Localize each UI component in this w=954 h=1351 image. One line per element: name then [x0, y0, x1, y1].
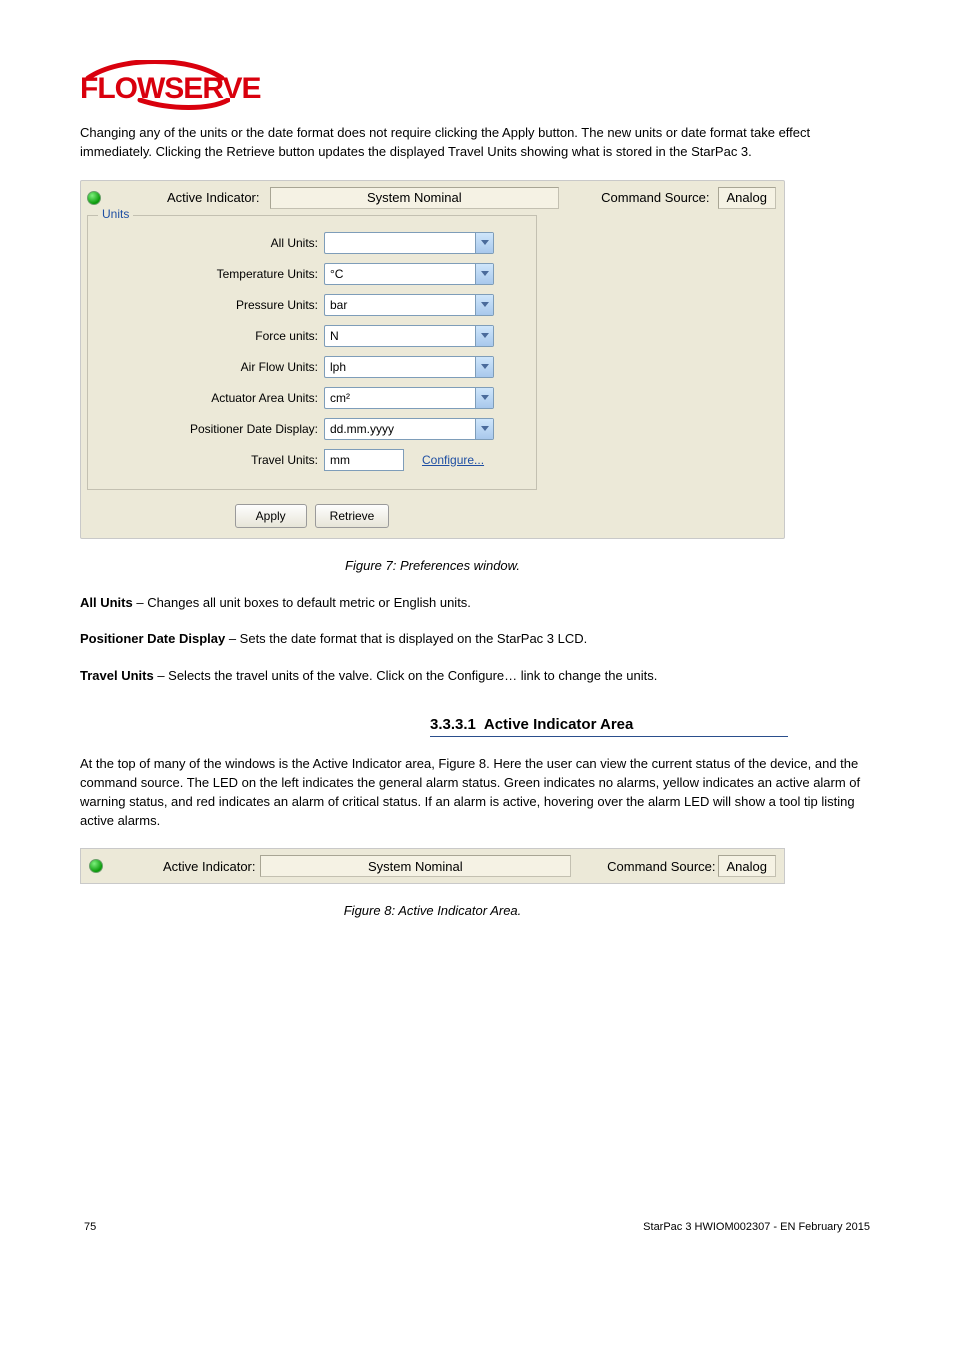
command-source-label: Command Source: — [607, 859, 715, 874]
all-units-label: All Units: — [96, 236, 324, 250]
actuator-area-units-select[interactable]: cm² — [324, 387, 494, 409]
positioner-date-label: Positioner Date Display: — [96, 422, 324, 436]
chevron-down-icon[interactable] — [475, 419, 493, 439]
travel-units-label: Travel Units: — [96, 453, 324, 467]
travel-units-value: mm — [324, 449, 404, 471]
subsection-heading: 3.3.3.1Active Indicator Area — [430, 716, 788, 737]
chevron-down-icon[interactable] — [475, 233, 493, 253]
chevron-down-icon[interactable] — [475, 295, 493, 315]
page-footer: 75 StarPac 3 HWIOM002307 - EN February 2… — [80, 1221, 874, 1233]
pressure-units-label: Pressure Units: — [96, 298, 324, 312]
chevron-down-icon[interactable] — [475, 326, 493, 346]
retrieve-button[interactable]: Retrieve — [315, 504, 390, 528]
active-indicator-label: Active Indicator: — [163, 859, 256, 874]
select-value: bar — [325, 295, 475, 315]
active-indicator-area: Active Indicator: System Nominal Command… — [80, 848, 785, 884]
all-units-description: All Units – Changes all unit boxes to de… — [80, 594, 874, 613]
all-units-select[interactable] — [324, 232, 494, 254]
units-fieldset: Units All Units: Temperature Units: °C P… — [87, 215, 537, 490]
chevron-down-icon[interactable] — [475, 388, 493, 408]
force-units-label: Force units: — [96, 329, 324, 343]
date-display-description: Positioner Date Display – Sets the date … — [80, 630, 874, 649]
select-value: dd.mm.yyyy — [325, 419, 475, 439]
fieldset-legend: Units — [98, 207, 133, 221]
force-units-select[interactable]: N — [324, 325, 494, 347]
logo-underline-icon — [80, 98, 230, 112]
travel-units-description: Travel Units – Selects the travel units … — [80, 667, 874, 686]
airflow-units-label: Air Flow Units: — [96, 360, 324, 374]
command-source-label: Command Source: — [601, 190, 709, 205]
select-value: cm² — [325, 388, 475, 408]
temperature-units-select[interactable]: °C — [324, 263, 494, 285]
apply-button[interactable]: Apply — [235, 504, 307, 528]
active-indicator-label: Active Indicator: — [167, 190, 260, 205]
command-source-value: Analog — [718, 855, 776, 877]
active-indicator-value: System Nominal — [260, 855, 572, 877]
pressure-units-select[interactable]: bar — [324, 294, 494, 316]
status-led-icon — [87, 191, 101, 205]
select-value: N — [325, 326, 475, 346]
chevron-down-icon[interactable] — [475, 264, 493, 284]
figure-caption: Figure 7: Preferences window. — [80, 557, 785, 576]
subsection-paragraph: At the top of many of the windows is the… — [80, 755, 874, 830]
chevron-down-icon[interactable] — [475, 357, 493, 377]
temperature-units-label: Temperature Units: — [96, 267, 324, 281]
airflow-units-select[interactable]: lph — [324, 356, 494, 378]
status-led-icon — [89, 859, 103, 873]
select-value: lph — [325, 357, 475, 377]
preferences-window: Active Indicator: System Nominal Command… — [80, 180, 785, 539]
page-number: 75 — [84, 1221, 96, 1233]
actuator-area-units-label: Actuator Area Units: — [96, 391, 324, 405]
brand-logo: FLOWSERVE — [80, 60, 874, 106]
active-indicator-value: System Nominal — [270, 187, 560, 209]
select-value: °C — [325, 264, 475, 284]
configure-link[interactable]: Configure... — [422, 453, 484, 467]
positioner-date-select[interactable]: dd.mm.yyyy — [324, 418, 494, 440]
command-source-value: Analog — [718, 187, 776, 209]
figure-caption-2: Figure 8: Active Indicator Area. — [80, 902, 785, 921]
select-value — [325, 233, 475, 253]
doc-id: StarPac 3 HWIOM002307 - EN February 2015 — [643, 1221, 870, 1233]
intro-paragraph: Changing any of the units or the date fo… — [80, 124, 874, 162]
